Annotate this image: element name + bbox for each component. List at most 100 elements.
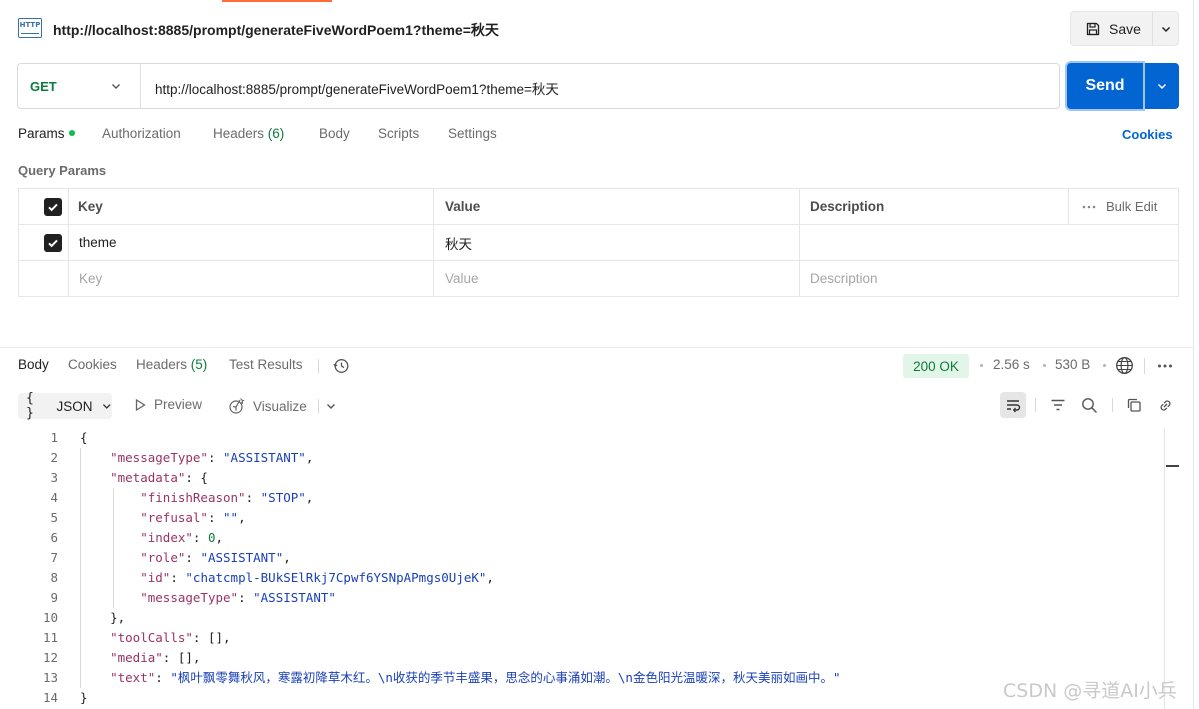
cookies-link[interactable]: Cookies <box>1122 127 1173 142</box>
line-number: 3 <box>50 470 58 485</box>
save-button[interactable]: Save <box>1071 12 1151 45</box>
globe-icon[interactable] <box>1115 356 1134 375</box>
column-header-key: Key <box>78 199 103 214</box>
save-button-group: Save <box>1070 11 1179 46</box>
code-line: 10 }, <box>0 608 1165 628</box>
code-text: { <box>80 430 88 445</box>
code-text: "index": 0, <box>140 530 224 545</box>
value-placeholder[interactable]: Value <box>445 261 479 296</box>
request-title[interactable]: http://localhost:8885/prompt/generateFiv… <box>53 20 499 40</box>
code-line: 2 "messageType": "ASSISTANT", <box>0 448 1165 468</box>
chevron-down-icon[interactable] <box>325 400 337 412</box>
braces-icon: { } <box>26 391 34 421</box>
tab-label: Headers <box>213 126 265 141</box>
description-placeholder[interactable]: Description <box>810 261 878 296</box>
save-options-button[interactable] <box>1153 12 1179 45</box>
response-tab-test-results[interactable]: Test Results <box>229 357 303 372</box>
param-enabled-checkbox[interactable] <box>44 225 62 260</box>
send-options-button[interactable] <box>1145 63 1179 109</box>
code-line: 4 "finishReason": "STOP", <box>0 488 1165 508</box>
line-number: 2 <box>50 450 58 465</box>
copy-icon <box>1127 398 1141 412</box>
code-text: "messageType": "ASSISTANT" <box>140 590 336 605</box>
visualize-label: Visualize <box>253 398 307 414</box>
link-button[interactable] <box>1156 396 1174 414</box>
filter-icon <box>1051 399 1065 411</box>
link-icon <box>1160 399 1170 411</box>
param-key[interactable]: theme <box>79 225 117 260</box>
tab-authorization[interactable]: Authorization <box>102 126 181 141</box>
response-tab-body[interactable]: Body <box>18 357 49 372</box>
tab-headers[interactable]: Headers (6) <box>213 126 284 141</box>
select-all-checkbox[interactable] <box>44 189 62 224</box>
line-number: 9 <box>50 590 58 605</box>
bulk-edit-label: Bulk Edit <box>1106 199 1158 214</box>
response-tab-headers[interactable]: Headers (5) <box>136 357 207 372</box>
line-number: 1 <box>50 430 58 445</box>
code-text: "metadata": { <box>110 470 208 485</box>
checkbox-checked-icon <box>44 233 62 252</box>
copy-button[interactable] <box>1125 396 1143 414</box>
wrap-lines-button[interactable] <box>1000 392 1026 418</box>
visualize-icon <box>229 398 245 414</box>
format-select[interactable]: { } JSON <box>18 391 112 421</box>
url-input[interactable]: http://localhost:8885/prompt/generateFiv… <box>155 78 559 98</box>
code-line: 9 "messageType": "ASSISTANT" <box>0 588 1165 608</box>
more-horizontal-icon[interactable] <box>1157 363 1173 369</box>
tab-body[interactable]: Body <box>319 126 350 141</box>
tab-scripts[interactable]: Scripts <box>378 126 419 141</box>
headers-count: (6) <box>267 126 285 141</box>
watermark: CSDN @寻道AI小兵 <box>1003 680 1177 702</box>
code-line: 8 "id": "chatcmpl-BUkSElRkj7Cpwf6YSNpAPm… <box>0 568 1165 588</box>
chevron-down-icon <box>102 404 111 409</box>
method-label: GET <box>30 78 57 94</box>
history-icon[interactable] <box>332 357 350 375</box>
code-text: }, <box>80 610 126 625</box>
divider <box>318 359 319 373</box>
divider <box>140 64 141 108</box>
divider <box>318 399 319 413</box>
scroll-position-marker[interactable] <box>1166 465 1179 467</box>
divider <box>1035 398 1036 412</box>
request-title-row: HTTP http://localhost:8885/prompt/genera… <box>0 0 1193 56</box>
response-divider <box>0 347 1193 348</box>
tab-settings[interactable]: Settings <box>448 126 497 141</box>
param-value[interactable]: 秋天 <box>445 225 472 260</box>
search-button[interactable] <box>1080 396 1098 414</box>
param-description[interactable] <box>810 225 1170 260</box>
play-icon <box>135 398 146 411</box>
send-button[interactable]: Send <box>1067 63 1143 109</box>
bulk-edit-button[interactable]: Bulk Edit <box>1082 189 1157 224</box>
response-tab-cookies[interactable]: Cookies <box>68 357 117 372</box>
table-row-empty: Key Value Description <box>19 261 1178 297</box>
line-number: 12 <box>42 650 58 665</box>
code-line: 3 "metadata": { <box>0 468 1165 488</box>
preview-button[interactable]: Preview <box>133 397 202 412</box>
code-line: 1{ <box>0 428 1165 448</box>
chevron-down-icon <box>112 84 120 89</box>
line-number: 8 <box>50 570 58 585</box>
code-text: "refusal": "", <box>140 510 246 525</box>
separator-dot <box>1103 364 1106 367</box>
code-text: "toolCalls": [], <box>110 630 231 645</box>
request-bar: GET http://localhost:8885/prompt/generat… <box>17 63 1060 109</box>
line-number: 11 <box>42 630 58 645</box>
checkbox-checked-icon <box>44 197 62 216</box>
response-body-editor[interactable]: 1{ 2 "messageType": "ASSISTANT", 3 "meta… <box>0 428 1165 709</box>
save-label: Save <box>1109 20 1141 37</box>
panel-edge <box>1193 0 1194 709</box>
status-badge[interactable]: 200 OK <box>903 354 969 378</box>
wrap-lines-icon <box>1007 400 1021 413</box>
visualize-button[interactable]: Visualize <box>228 397 307 415</box>
line-number: 6 <box>50 530 58 545</box>
filter-button[interactable] <box>1049 396 1067 414</box>
response-size[interactable]: 530 B <box>1055 357 1090 372</box>
code-text: "finishReason": "STOP", <box>140 490 314 505</box>
tab-params[interactable]: Params <box>18 126 75 141</box>
editor-scrollbar[interactable] <box>1164 428 1165 709</box>
key-placeholder[interactable]: Key <box>79 261 102 296</box>
code-line: 11 "toolCalls": [], <box>0 628 1165 648</box>
table-row: theme 秋天 <box>19 225 1178 261</box>
response-time[interactable]: 2.56 s <box>993 357 1030 372</box>
separator-dot <box>980 364 983 367</box>
